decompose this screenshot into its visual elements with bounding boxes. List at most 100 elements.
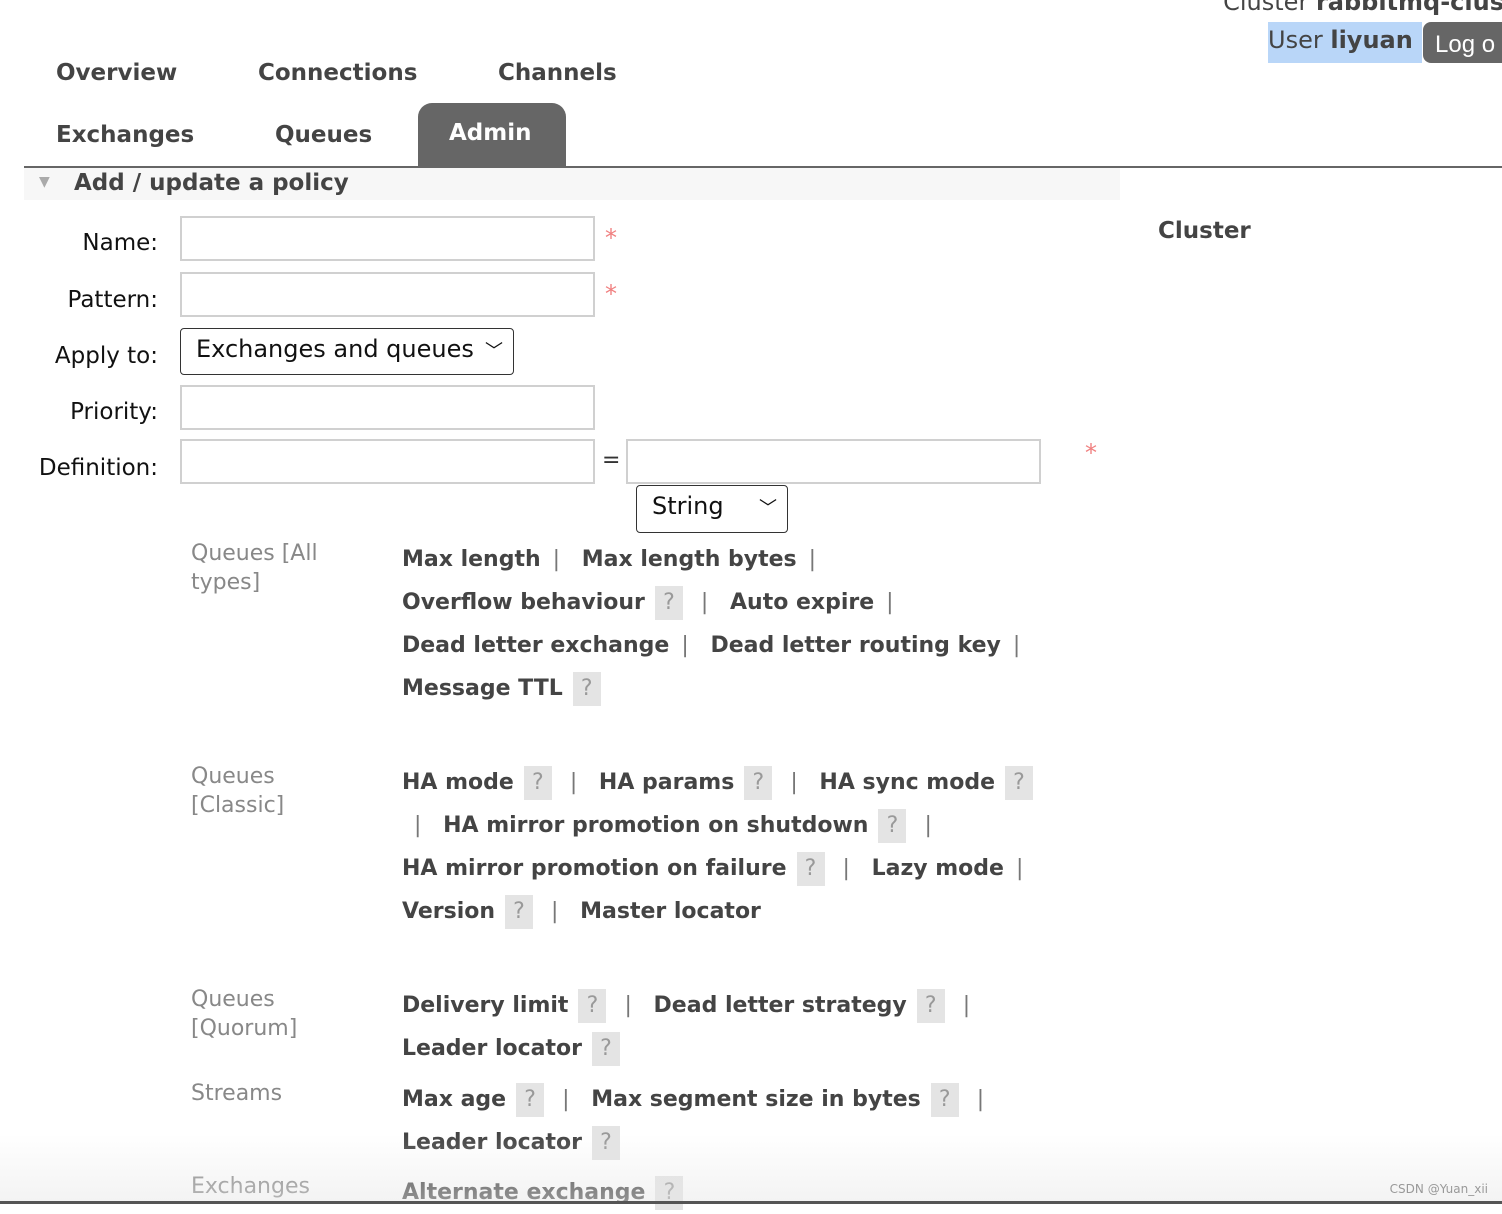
apply-to-select[interactable]: Exchanges and queues ﹀ (180, 328, 514, 375)
pattern-label: Pattern: (67, 287, 159, 313)
policy-key-link[interactable]: Max length (402, 547, 541, 572)
policy-key-item: Max length bytes (582, 547, 797, 572)
required-mark: * (605, 224, 617, 252)
policy-key-link[interactable]: HA mode (402, 770, 514, 795)
tab-overview[interactable]: Overview (56, 60, 177, 86)
help-icon[interactable]: ? (930, 1083, 959, 1117)
help-icon[interactable]: ? (796, 852, 825, 886)
watermark: CSDN @Yuan_xii (1389, 1182, 1488, 1196)
policy-key-link[interactable]: HA mirror promotion on shutdown (443, 813, 868, 838)
definition-value-input[interactable] (626, 439, 1041, 484)
chevron-down-icon: ﹀ (759, 498, 777, 519)
policy-key-item: HA mirror promotion on shutdown? (443, 809, 912, 843)
help-icon[interactable]: ? (916, 989, 945, 1023)
tab-connections[interactable]: Connections (258, 60, 417, 86)
policy-key-item: Dead letter routing key (710, 633, 1000, 658)
logout-button[interactable]: Log o (1423, 22, 1502, 63)
policy-key-link[interactable]: Delivery limit (402, 993, 568, 1018)
policy-key-link[interactable]: Dead letter exchange (402, 633, 669, 658)
policy-group-label: Queues [All types] (191, 541, 318, 595)
policy-key-link[interactable]: Message TTL (402, 676, 563, 701)
policy-key-link[interactable]: Dead letter routing key (710, 633, 1000, 658)
separator: | (624, 993, 632, 1018)
policy-key-list: Delivery limit? | Dead letter strategy? | … (402, 984, 1052, 1070)
sidebar-cluster-heading: Cluster (1158, 218, 1251, 244)
separator: | (886, 590, 894, 615)
collapse-arrow-icon[interactable]: ▼ (39, 174, 50, 190)
definition-type-value: String (652, 492, 724, 520)
help-icon[interactable]: ? (592, 1032, 620, 1066)
apply-to-label: Apply to: (54, 343, 158, 369)
policy-key-link[interactable]: HA sync mode (819, 770, 995, 795)
separator: | (842, 856, 850, 881)
separator: | (551, 899, 559, 924)
policy-key-link[interactable]: Max length bytes (582, 547, 797, 572)
help-icon[interactable]: ? (516, 1083, 545, 1117)
priority-input[interactable] (180, 385, 595, 430)
definition-key-input[interactable] (180, 439, 595, 484)
policy-key-item: Max age? (402, 1083, 550, 1117)
policy-key-item: HA mode? (402, 766, 558, 800)
help-icon[interactable]: ? (1005, 766, 1034, 800)
section-header[interactable]: ▼ Add / update a policy (24, 168, 1120, 200)
policy-group-label: Streams (191, 1081, 283, 1106)
policy-key-link[interactable]: Master locator (580, 899, 761, 924)
policy-key-link[interactable]: Max age (402, 1087, 506, 1112)
policy-key-link[interactable]: HA params (599, 770, 734, 795)
policy-key-item: Delivery limit? (402, 989, 612, 1023)
help-icon[interactable]: ? (572, 672, 601, 706)
help-icon[interactable]: ? (878, 809, 907, 843)
separator: | (700, 590, 709, 615)
user-prefix: User (1268, 26, 1331, 54)
definition-type-select[interactable]: String ﹀ (636, 485, 788, 533)
policy-key-link[interactable]: Max segment size in bytes (591, 1087, 921, 1112)
separator: | (562, 1087, 570, 1112)
separator: | (1012, 633, 1021, 658)
apply-to-value: Exchanges and queues (196, 335, 474, 363)
policy-key-link[interactable]: Dead letter strategy (654, 993, 907, 1018)
current-user: User liyuan (1268, 22, 1422, 63)
policy-key-list: HA mode? | HA params? | HA sync mode ? | HA … (402, 761, 1052, 933)
policy-key-item: HA sync mode? (819, 766, 1039, 800)
policy-key-item: Version? (402, 895, 539, 929)
help-icon[interactable]: ? (744, 766, 773, 800)
required-mark: * (1085, 439, 1097, 467)
policy-key-link[interactable]: HA mirror promotion on failure (402, 856, 787, 881)
help-icon[interactable]: ? (654, 586, 683, 620)
name-input[interactable] (180, 216, 595, 261)
tab-queues[interactable]: Queues (275, 122, 372, 148)
policy-key-link[interactable]: Auto expire (730, 590, 874, 615)
section-title: Add / update a policy (74, 170, 349, 196)
definition-label: Definition: (38, 455, 158, 481)
help-icon[interactable]: ? (578, 989, 607, 1023)
tab-exchanges[interactable]: Exchanges (56, 122, 194, 148)
separator: | (414, 813, 422, 838)
name-label: Name: (82, 230, 158, 256)
pattern-input[interactable] (180, 272, 595, 317)
separator: | (790, 770, 798, 795)
equals-sign: = (602, 448, 621, 473)
help-icon[interactable]: ? (505, 895, 534, 929)
policy-key-item: HA params? (599, 766, 778, 800)
tab-admin[interactable]: Admin (418, 103, 566, 167)
tab-channels[interactable]: Channels (498, 60, 617, 86)
separator: | (552, 547, 561, 572)
policy-key-link[interactable]: Lazy mode (872, 856, 1004, 881)
policy-key-link[interactable]: Overflow behaviour (402, 590, 645, 615)
separator: | (962, 993, 971, 1018)
separator: | (569, 770, 578, 795)
required-mark: * (605, 280, 617, 308)
policy-key-link[interactable]: Leader locator (402, 1036, 582, 1061)
separator: | (681, 633, 689, 658)
policy-key-link[interactable]: Version (402, 899, 495, 924)
help-icon[interactable]: ? (523, 766, 552, 800)
cluster-prefix: Cluster (1223, 0, 1316, 16)
user-name: liyuan (1330, 26, 1413, 54)
policy-key-item: Dead letter strategy? (654, 989, 951, 1023)
separator: | (1015, 856, 1024, 881)
policy-key-item: Dead letter exchange (402, 633, 669, 658)
policy-key-item: Auto expire (730, 590, 874, 615)
separator: | (924, 813, 932, 838)
policy-key-item: HA mirror promotion on failure? (402, 852, 831, 886)
separator: | (808, 547, 817, 572)
